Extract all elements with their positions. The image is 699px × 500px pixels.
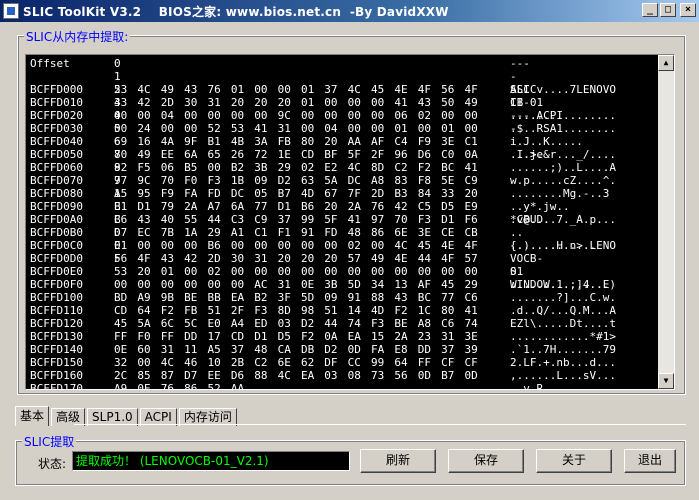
row-ascii: .d..Q/...Q.M...A (510, 304, 616, 317)
row-ascii: ..v.R. (510, 382, 550, 390)
scroll-up-button[interactable]: ▲ (658, 55, 674, 71)
status-label: 状态: (38, 457, 67, 471)
row-offset: BCFFD020 (30, 109, 83, 122)
row-ascii: .I.je&r..._/.... (510, 148, 616, 161)
hex-dump-view[interactable]: Offset 0123456789ABCDEF ---- ASC II ----… (25, 54, 675, 390)
row-hex-bytes: 15 95 F9 FA FD DC 05 B7 4D 67 7F 2D B3 8… (114, 187, 478, 200)
row-hex-bytes: B6 43 40 55 44 C3 C9 37 99 5F 41 97 70 F… (114, 213, 478, 226)
row-hex-bytes: 53 4C 49 43 76 01 00 00 01 37 4C 45 4E 4… (114, 83, 478, 96)
app-icon (3, 3, 19, 19)
maximize-button[interactable]: □ (660, 3, 676, 17)
row-ascii: ................ (510, 109, 616, 122)
row-offset: BCFFD080 (30, 187, 83, 200)
title-bar[interactable]: SLIC ToolKit V3.2 BIOS之家: www.bios.net.c… (0, 0, 699, 22)
close-button[interactable]: × (680, 3, 696, 17)
row-ascii: .......1.;]4..E) (510, 278, 616, 291)
tab-0[interactable]: 基本 (15, 406, 50, 426)
row-hex-bytes: E1 D1 79 2A A7 6A 77 D1 B6 20 2A 76 42 C… (114, 200, 478, 213)
row-hex-bytes: 53 20 01 00 02 00 00 00 00 00 00 00 00 0… (114, 265, 478, 278)
row-hex-bytes: BD A9 9B BE BB EA B2 3F 5D 09 91 88 43 B… (114, 291, 478, 304)
row-offset: BCFFD110 (30, 304, 83, 317)
row-hex-bytes: 69 16 4A 9F B1 4B 3A FB 80 20 AA AF C4 F… (114, 135, 478, 148)
row-ascii: ........Mg.-..3 (510, 187, 610, 200)
row-offset: BCFFD130 (30, 330, 83, 343)
row-ascii: ............*#1> (510, 330, 616, 343)
row-offset: BCFFD090 (30, 200, 83, 213)
row-hex-bytes: A9 0E 76 86 52 AA (114, 382, 245, 390)
row-ascii: .......?]...C.w. (510, 291, 616, 304)
row-offset: BCFFD160 (30, 369, 83, 382)
row-offset: BCFFD0C0 (30, 239, 83, 252)
row-offset: BCFFD0F0 (30, 278, 83, 291)
offset-header: Offset (30, 57, 70, 70)
scroll-down-button[interactable]: ▼ (658, 373, 674, 389)
exit-button[interactable]: 退出 (624, 449, 676, 473)
row-hex-bytes: 32 00 4C 46 10 2B C2 6E 62 DF CC 99 64 F… (114, 356, 478, 369)
row-offset: BCFFD150 (30, 356, 83, 369)
slic-extract-group-label: SLIC提取 (22, 433, 77, 450)
row-hex-bytes: 2C 85 87 D7 EE D6 88 4C EA 03 08 73 56 0… (114, 369, 478, 382)
row-offset: BCFFD120 (30, 317, 83, 330)
tab-divider (74, 424, 686, 425)
row-offset: BCFFD040 (30, 135, 83, 148)
row-ascii: 2.LF.+.nb...d... (510, 356, 616, 369)
row-offset: BCFFD010 (30, 96, 83, 109)
row-hex-bytes: 77 9C 70 F0 F3 1B 09 D2 63 5A DC A8 83 F… (114, 174, 478, 187)
window-controls: _ □ × (642, 3, 696, 17)
row-offset: BCFFD0E0 (30, 265, 83, 278)
row-hex-bytes: 00 24 00 00 52 53 41 31 00 04 00 00 01 0… (114, 122, 478, 135)
about-button[interactable]: 关于 (536, 449, 612, 473)
row-offset: BCFFD100 (30, 291, 83, 304)
row-offset: BCFFD050 (30, 148, 83, 161)
row-offset: BCFFD060 (30, 161, 83, 174)
row-hex-bytes: 80 49 EE 6A 65 26 72 1E CD BF 5F 2F 96 D… (114, 148, 478, 161)
slic-memory-group-label: SLIC从内存中提取: (24, 28, 131, 45)
minimize-button[interactable]: _ (642, 3, 658, 17)
row-offset: BCFFD070 (30, 174, 83, 187)
vertical-scrollbar[interactable]: ▲ ▼ (658, 55, 674, 389)
row-offset: BCFFD170 (30, 382, 83, 390)
row-hex-bytes: 92 F5 06 B5 00 B2 3B 29 02 E2 4C 8D C2 F… (114, 161, 478, 174)
row-offset: BCFFD000 (30, 83, 83, 96)
slic-memory-group: SLIC从内存中提取: Offset 0123456789ABCDEF ----… (17, 28, 686, 395)
row-hex-bytes: CD 64 F2 FB 51 2F F3 8D 98 51 14 4D F2 1… (114, 304, 478, 317)
row-offset: BCFFD0A0 (30, 213, 83, 226)
row-ascii: .C@UD..7._A.p... (510, 213, 616, 226)
row-hex-bytes: 0E 60 31 11 A5 37 48 CA DB D2 0D FA E8 D… (114, 343, 478, 356)
refresh-button[interactable]: 刷新 (360, 449, 436, 473)
row-ascii: .`1..7H.......79 (510, 343, 616, 356)
row-ascii: ............LENO (510, 239, 616, 252)
column-header: 0 (114, 57, 121, 70)
tab-strip: 基本 高级 SLP1.0 ACPI 内存访问 (15, 406, 239, 426)
row-hex-bytes: 45 5A 6C 5C E0 A4 ED 03 D2 44 74 F3 BE A… (114, 317, 478, 330)
save-button[interactable]: 保存 (448, 449, 524, 473)
row-ascii: .$..RSA1........ (510, 122, 616, 135)
row-ascii: ,......L...sV... (510, 369, 616, 382)
row-ascii: ......;)..L....A (510, 161, 616, 174)
row-hex-bytes: 56 4F 43 42 2D 30 31 20 20 20 57 49 4E 4… (114, 252, 478, 265)
row-offset: BCFFD030 (30, 122, 83, 135)
slic-extract-group: SLIC提取 状态: 提取成功！ (LENOVOCB-01_V2.1) 刷新 保… (15, 433, 686, 486)
row-ascii: SLICv....7LENOVO (510, 83, 616, 96)
row-offset: BCFFD0B0 (30, 226, 83, 239)
row-offset: BCFFD0D0 (30, 252, 83, 265)
window-title: SLIC ToolKit V3.2 BIOS之家: www.bios.net.c… (23, 4, 449, 19)
row-hex-bytes: FF F0 FF DD 17 CD D1 D5 F2 0A EA 15 2A 2… (114, 330, 478, 343)
row-ascii: EZl\.....Dt....t (510, 317, 616, 330)
row-ascii: w.p.....cZ....^. (510, 174, 616, 187)
column-header: 1 (114, 70, 121, 83)
status-display: 提取成功！ (LENOVOCB-01_V2.1) (72, 451, 350, 471)
row-hex-bytes: 01 00 00 00 B6 00 00 00 00 00 02 00 4C 4… (114, 239, 478, 252)
row-hex-bytes: 07 EC 7B 1A 29 A1 C1 F1 91 FD 48 86 6E 3… (114, 226, 478, 239)
row-hex-bytes: 00 00 00 00 00 00 AC 31 0E 3B 5D 34 13 A… (114, 278, 478, 291)
row-offset: BCFFD140 (30, 343, 83, 356)
row-hex-bytes: 00 00 04 00 00 00 00 9C 00 00 00 00 06 0… (114, 109, 478, 122)
row-hex-bytes: 43 42 2D 30 31 20 20 20 01 00 00 00 41 4… (114, 96, 478, 109)
